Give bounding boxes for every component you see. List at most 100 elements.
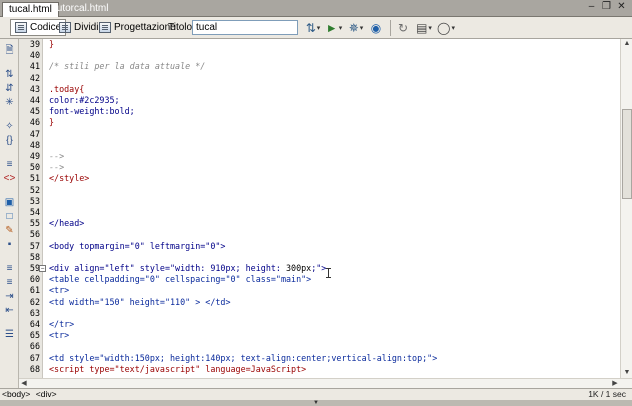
tag-selector-body[interactable]: <body> (2, 389, 30, 399)
collapse-full-tag-icon[interactable]: ⇅ (3, 69, 16, 81)
code-token: <tr> (49, 330, 70, 341)
recent-snippets-icon[interactable]: ≡ (3, 263, 16, 275)
line-number: 46 (29, 117, 40, 128)
code-token: color:#2c2935; (49, 95, 120, 105)
line-number: 60 (29, 274, 40, 285)
code-line: 50 --> (19, 162, 620, 173)
line-number: 62 (29, 296, 40, 307)
line-number: 55 (29, 218, 40, 229)
balance-braces-icon[interactable]: {} (3, 135, 16, 147)
vertical-scroll-thumb[interactable] (622, 109, 632, 199)
line-number: 67 (29, 352, 40, 363)
window-controls: – ❐ ✕ (585, 1, 628, 15)
title-label: Titolo: (168, 22, 195, 33)
line-numbers-icon[interactable]: ≡ (3, 159, 16, 171)
format-source-icon[interactable]: ☰ (3, 329, 16, 341)
line-number: 50 (29, 162, 40, 173)
scroll-down-icon[interactable]: ▼ (622, 368, 632, 378)
tag-selector-div[interactable]: <div> (36, 389, 57, 399)
code-token: <body topmargin="0" leftmargin="0"> (49, 240, 226, 251)
code-text: <tr> (49, 330, 69, 341)
expand-all-icon[interactable]: ✳ (3, 97, 16, 109)
code-token: <table cellpadding="0" cellspacing="0" c… (49, 274, 312, 285)
horizontal-scrollbar[interactable]: ◀ ▶ (19, 378, 632, 388)
line-number: 53 (29, 195, 40, 206)
code-line: 57 <body topmargin="0" leftmargin="0"> (19, 241, 620, 252)
line-number: 47 (29, 128, 40, 139)
move-css-icon[interactable]: ≡ (3, 277, 16, 289)
code-token: --> (49, 151, 65, 161)
file-management-icon[interactable]: ⇅ ▾ (304, 20, 322, 36)
code-token: <tr> (49, 285, 70, 296)
line-number: 42 (29, 72, 40, 83)
line-number: 61 (29, 285, 40, 296)
code-line: 55 </head> (19, 218, 620, 229)
code-line: 61 <tr> (19, 285, 620, 296)
code-text: <td style="width:150px; height:140px; te… (49, 353, 437, 364)
code-token: --> (49, 162, 65, 173)
title-input[interactable] (192, 20, 298, 35)
tab-tutorcal[interactable]: tutorcal.html (48, 2, 114, 17)
code-text: font-weight:bold; (49, 106, 135, 117)
code-text: <table cellpadding="0" cellspacing="0" c… (49, 274, 311, 285)
code-token: .today{ (49, 83, 85, 94)
visual-aids-icon[interactable]: ◯ ▾ (436, 20, 456, 36)
code-line: 65 <tr> (19, 330, 620, 341)
minimize-icon[interactable]: – (585, 1, 598, 14)
syntax-error-icon[interactable]: ▣ (3, 197, 16, 209)
indent-icon[interactable]: ⇥ (3, 291, 16, 303)
refresh-icon[interactable]: ↻ (396, 20, 410, 36)
line-number: 40 (29, 50, 40, 61)
code-token: } (49, 117, 55, 128)
highlight-invalid-icon[interactable]: <> (3, 173, 16, 185)
code-token: ;"> (311, 263, 327, 273)
code-text: <div align="left" style="width: 910px; h… (49, 263, 326, 274)
code-line: 53 (19, 196, 620, 207)
code-line: 49 --> (19, 151, 620, 162)
code-editor[interactable]: 39} 40 41/* stili per la data attuale */42… (19, 39, 620, 378)
code-text: .today{ (49, 84, 84, 95)
outdent-icon[interactable]: ⇤ (3, 305, 16, 317)
code-line: 45 font-weight:bold; (19, 106, 620, 117)
line-number: 65 (29, 330, 40, 341)
code-line: 67 <td style="width:150px; height:140px; … (19, 353, 620, 364)
code-line: 62 <td width="150" height="110" > </td> (19, 297, 620, 308)
code-line: 64 </tr> (19, 319, 620, 330)
code-line: 39} (19, 39, 620, 50)
debug-icon[interactable]: ✵ ▾ (346, 20, 366, 36)
check-page-icon[interactable]: ◉ (368, 20, 384, 36)
close-icon[interactable]: ✕ (615, 1, 628, 14)
vertical-scrollbar[interactable]: ▲ ▼ (620, 39, 632, 378)
code-line: 48 (19, 140, 620, 151)
code-token: /* stili per la data attuale */ (49, 61, 206, 72)
code-line: 42 (19, 73, 620, 84)
apply-comment-icon[interactable]: □ (3, 211, 16, 223)
line-number: 63 (29, 307, 40, 318)
code-line: 56 (19, 229, 620, 240)
view-options-icon[interactable]: ▤ ▾ (414, 20, 434, 36)
line-number: 39 (29, 39, 40, 49)
line-number: 54 (29, 207, 40, 217)
open-documents-icon[interactable]: 🗎 (3, 45, 16, 57)
select-parent-tag-icon[interactable]: ✧ (3, 121, 16, 133)
code-text: </tr> (49, 319, 74, 330)
remove-comment-icon[interactable]: ✎ (3, 225, 16, 237)
wrap-tag-icon[interactable]: ▪ (3, 239, 16, 251)
code-token: font-weight:bold; (49, 106, 135, 117)
code-line: 63 (19, 308, 620, 319)
code-line: 59− <div align="left" style="width: 910px… (19, 263, 620, 274)
collapse-toggle-icon[interactable]: − (39, 265, 46, 272)
code-text: } (49, 39, 54, 50)
tag-selector: <body> <div> (2, 389, 60, 400)
scroll-up-icon[interactable]: ▲ (622, 39, 632, 49)
preview-browser-icon[interactable]: ► ▾ (324, 20, 344, 36)
code-line: 51 </style> (19, 173, 620, 184)
expand-panel-icon[interactable]: ▼ (311, 400, 321, 406)
code-token: } (49, 39, 55, 49)
line-number: 45 (29, 106, 40, 117)
collapse-selection-icon[interactable]: ⇵ (3, 83, 16, 95)
code-text: </style> (49, 173, 89, 184)
code-line: 54 (19, 207, 620, 218)
code-token: <script type="text/javascript" language=… (49, 363, 307, 374)
restore-icon[interactable]: ❐ (600, 1, 613, 14)
